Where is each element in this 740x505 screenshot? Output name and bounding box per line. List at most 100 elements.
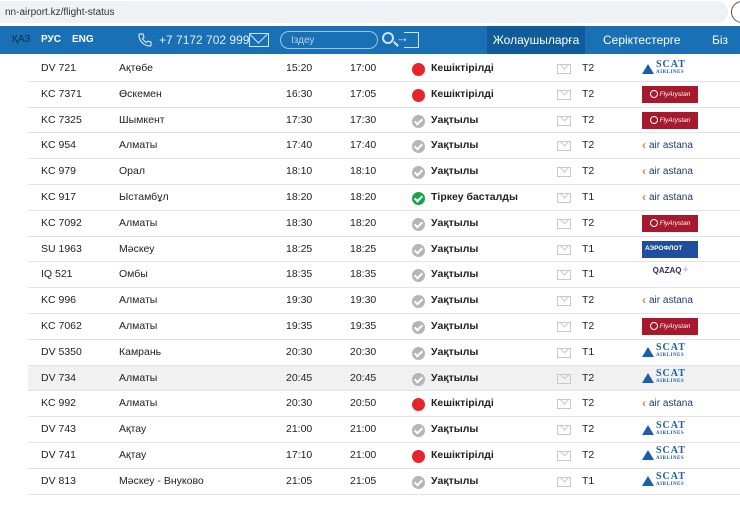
subscribe-mail-icon[interactable]	[557, 64, 571, 74]
flight-status: Кешіктірілді	[431, 87, 494, 100]
tab-partners[interactable]: Серіктестерге	[603, 26, 681, 54]
flight-number[interactable]: KC 7062	[41, 314, 82, 339]
table-row[interactable]: DV 5350 Камрань 20:30 20:30 Уақтылы T1 SCAT AIR…	[28, 339, 740, 366]
scat-logo-name: SCAT	[656, 58, 686, 70]
tab-about[interactable]: Біз ту	[712, 26, 740, 75]
flight-number[interactable]: KC 7092	[41, 211, 82, 236]
subscribe-mail-icon[interactable]	[557, 218, 571, 229]
table-row[interactable]: KC 992 Алматы 20:30 20:50 Кешіктірілді T2 ‹ air…	[28, 391, 740, 418]
flight-number[interactable]: KC 992	[41, 391, 76, 416]
actual-time: 21:00	[350, 448, 377, 461]
table-row[interactable]: KC 7325 Шымкент 17:30 17:30 Уақтылы T2 FlyArys…	[28, 107, 740, 134]
table-row[interactable]: KC 954 Алматы 17:40 17:40 Уақтылы T2 ‹ air asta…	[28, 133, 740, 160]
flight-number[interactable]: DV 734	[41, 366, 76, 391]
table-row[interactable]: DV 734 Алматы 20:45 20:45 Уақтылы T2 SCAT AIRLI…	[28, 365, 740, 392]
flight-number[interactable]: DV 741	[41, 443, 76, 468]
actual-time: 18:20	[350, 216, 377, 229]
terminal: T2	[582, 448, 595, 461]
qazaq-dots-icon: ⁘	[682, 267, 689, 275]
flight-number[interactable]: DV 813	[41, 469, 76, 494]
flight-number[interactable]: KC 996	[41, 288, 76, 313]
subscribe-mail-icon[interactable]	[557, 167, 571, 178]
subscribe-mail-icon[interactable]	[557, 373, 571, 384]
flyarystan-logo-text: FlyArystan	[659, 219, 691, 227]
table-row[interactable]: DV 721 Ақтөбе 15:20 17:00 Кешіктірілді T2 SCAT…	[28, 56, 740, 82]
flight-number[interactable]: KC 7325	[41, 108, 82, 133]
airline-logo-airastana: ‹ air astana	[642, 163, 698, 180]
url-field[interactable]: nn-airport.kz/flight-status	[0, 1, 728, 23]
search-input[interactable]	[280, 31, 378, 49]
terminal: T2	[582, 319, 595, 332]
table-row[interactable]: SU 1963 Мәскеу 18:25 18:25 Уақтылы T1 АЭРОФЛОТ	[28, 236, 740, 263]
status-ontime-icon	[412, 269, 425, 283]
flight-number[interactable]: DV 5350	[41, 340, 82, 365]
flight-number[interactable]: DV 743	[41, 417, 76, 442]
subscribe-mail-icon[interactable]	[557, 296, 571, 307]
flight-number[interactable]: SU 1963	[41, 237, 82, 262]
login-icon[interactable]	[396, 30, 419, 48]
flight-number[interactable]: KC 954	[41, 133, 76, 158]
flight-number[interactable]: KC 979	[41, 159, 76, 184]
table-row[interactable]: DV 741 Ақтау 17:10 21:00 Кешіктірілді T2 SCAT A…	[28, 442, 740, 469]
table-row[interactable]: KC 979 Орал 18:10 18:10 Уақтылы T2 ‹ air astana	[28, 159, 740, 185]
flyarystan-logo-text: FlyArystan	[659, 90, 691, 98]
flight-city: Ақтау	[119, 448, 147, 461]
status-delayed-icon	[412, 449, 425, 463]
flight-city: Алматы	[119, 319, 158, 332]
table-row[interactable]: KC 7062 Алматы 19:35 19:35 Уақтылы T2 FlyAryst…	[28, 313, 740, 340]
terminal: T2	[582, 113, 595, 126]
search-icon[interactable]	[382, 32, 394, 44]
subscribe-mail-icon[interactable]	[557, 270, 571, 281]
subscribe-mail-icon[interactable]	[557, 347, 571, 358]
terminal: T1	[582, 190, 595, 203]
flyarystan-mark-icon	[649, 90, 658, 99]
airline-logo-scat: SCAT AIRLINES	[642, 58, 698, 77]
scat-logo-name: SCAT	[656, 419, 686, 431]
table-row[interactable]: KC 7371 Өскемен 16:30 17:05 Кешіктірілді T2 Fl…	[28, 81, 740, 108]
subscribe-mail-icon[interactable]	[557, 244, 571, 255]
airastana-logo-text: air astana	[649, 166, 693, 178]
scat-triangle-icon	[642, 347, 654, 358]
flight-number[interactable]: IQ 521	[41, 262, 73, 287]
table-row[interactable]: KC 7092 Алматы 18:30 18:20 Уақтылы T2 FlyAryst…	[28, 210, 740, 237]
flight-status: Тіркеу басталды	[431, 190, 518, 203]
scheduled-time: 21:05	[286, 474, 313, 487]
subscribe-mail-icon[interactable]	[557, 115, 571, 126]
airastana-wing-icon: ‹	[642, 396, 646, 411]
actual-time: 21:00	[350, 423, 377, 436]
status-ontime-icon	[412, 372, 425, 386]
airline-logo-flyarystan: FlyArystan	[642, 214, 698, 232]
subscribe-mail-icon[interactable]	[557, 321, 571, 332]
table-row[interactable]: IQ 521 Омбы 18:35 18:35 Уақтылы T1 QAZAQ ⁘	[28, 262, 740, 289]
subscribe-mail-icon[interactable]	[557, 425, 571, 436]
subscribe-mail-icon[interactable]	[557, 89, 571, 100]
table-row[interactable]: KC 917 Ыстамбұл 18:20 18:20 Тіркеу басталды T…	[28, 184, 740, 211]
flight-number[interactable]: KC 7371	[41, 82, 82, 107]
airline-logo-scat: SCAT AIRLINES	[642, 342, 698, 361]
browser-profile-button[interactable]	[731, 1, 740, 23]
subscribe-mail-icon[interactable]	[557, 399, 571, 410]
table-row[interactable]: DV 743 Ақтау 21:00 21:00 Уақтылы T2 SCAT AIRLIN…	[28, 417, 740, 443]
flight-number[interactable]: KC 917	[41, 185, 76, 210]
tab-passengers[interactable]: Жолаушыларға	[487, 26, 585, 54]
flight-number[interactable]: DV 721	[41, 56, 76, 81]
scheduled-time: 18:10	[286, 165, 313, 178]
subscribe-mail-icon[interactable]	[557, 141, 571, 152]
table-row[interactable]: KC 996 Алматы 19:30 19:30 Уақтылы T2 ‹ air asta…	[28, 288, 740, 314]
table-row[interactable]: DV 813 Мәскеу - Внуково 21:05 21:05 Уақтылы T…	[28, 468, 740, 495]
airline-logo-airastana: ‹ air astana	[642, 292, 698, 309]
lang-kaz[interactable]: ҚАЗ	[12, 34, 30, 45]
lang-eng[interactable]: ENG	[72, 34, 94, 45]
subscribe-mail-icon[interactable]	[557, 450, 571, 461]
phone-link[interactable]: +7 7172 702 999	[137, 31, 249, 49]
subscribe-mail-icon[interactable]	[557, 476, 571, 487]
scat-logo-name: SCAT	[656, 342, 686, 354]
flyarystan-logo-text: FlyArystan	[659, 322, 691, 330]
status-ontime-icon	[412, 475, 425, 489]
scheduled-time: 19:35	[286, 319, 313, 332]
subscribe-mail-icon[interactable]	[557, 192, 571, 203]
airline-logo-airastana: ‹ air astana	[642, 137, 698, 154]
lang-rus[interactable]: РУС	[41, 34, 61, 45]
mail-icon[interactable]	[249, 33, 269, 47]
actual-time: 17:40	[350, 139, 377, 152]
